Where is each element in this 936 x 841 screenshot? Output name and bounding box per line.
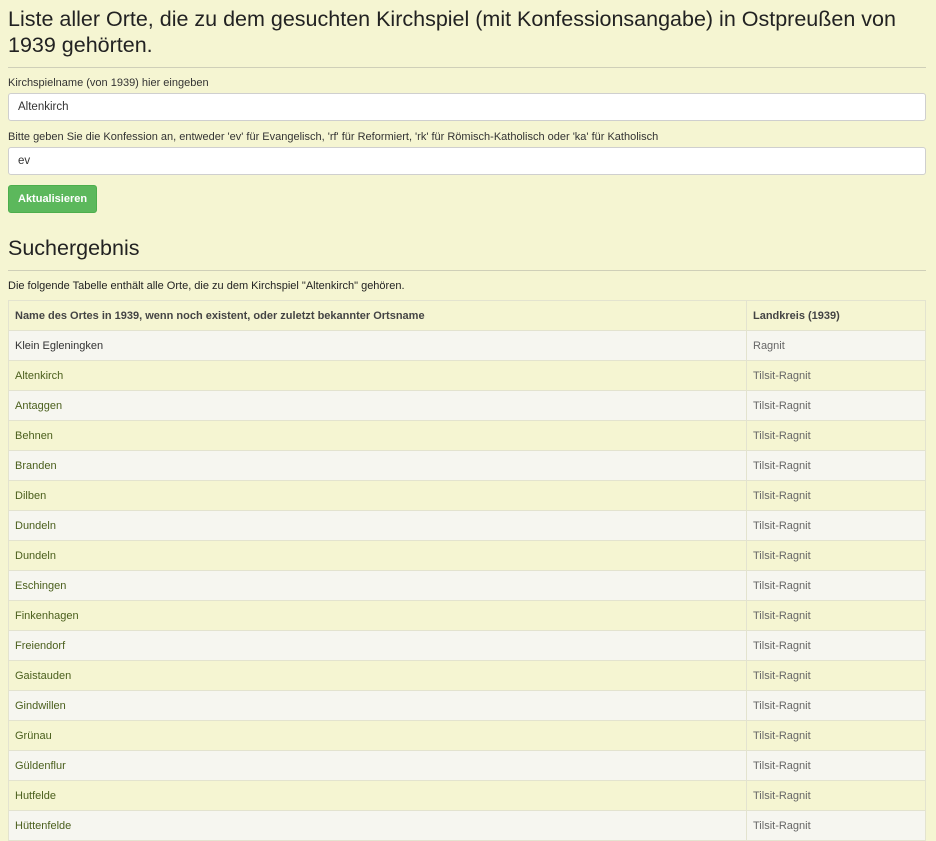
landkreis-cell: Tilsit-Ragnit [746,690,926,721]
place-name-cell[interactable]: Güldenflur [8,750,747,781]
kirchspiel-input[interactable]: Altenkirch [8,93,926,121]
table-row: Finkenhagen Tilsit-Ragnit [8,600,926,631]
column-header-name: Name des Ortes in 1939, wenn noch existe… [8,300,747,331]
place-name-cell[interactable]: Altenkirch [8,360,747,391]
table-row: Klein Egleningken Ragnit [8,330,926,361]
kirchspiel-label: Kirchspielname (von 1939) hier eingeben [8,77,209,89]
landkreis-cell: Ragnit [746,330,926,361]
place-name-cell[interactable]: Antaggen [8,390,747,421]
table-row: Eschingen Tilsit-Ragnit [8,570,926,601]
landkreis-cell: Tilsit-Ragnit [746,600,926,631]
results-divider [8,270,926,271]
landkreis-cell: Tilsit-Ragnit [746,480,926,511]
table-row: Altenkirch Tilsit-Ragnit [8,360,926,391]
place-name-cell[interactable]: Gaistauden [8,660,747,691]
konfession-label: Bitte geben Sie die Konfession an, entwe… [8,131,659,143]
table-header-row: Name des Ortes in 1939, wenn noch existe… [8,300,926,331]
table-row: Antaggen Tilsit-Ragnit [8,390,926,421]
page-container: Liste aller Orte, die zu dem gesuchten K… [0,0,936,841]
place-name-cell[interactable]: Freiendorf [8,630,747,661]
results-intro: Die folgende Tabelle enthält alle Orte, … [8,280,405,292]
landkreis-cell: Tilsit-Ragnit [746,780,926,811]
landkreis-cell: Tilsit-Ragnit [746,420,926,451]
place-name-cell[interactable]: Dundeln [8,510,747,541]
place-name-cell[interactable]: Dundeln [8,540,747,571]
table-row: Gaistauden Tilsit-Ragnit [8,660,926,691]
results-title: Suchergebnis [8,236,140,260]
landkreis-cell: Tilsit-Ragnit [746,390,926,421]
page-title: Liste aller Orte, die zu dem gesuchten K… [8,7,896,57]
landkreis-cell: Tilsit-Ragnit [746,510,926,541]
table-row: Branden Tilsit-Ragnit [8,450,926,481]
landkreis-cell: Tilsit-Ragnit [746,630,926,661]
place-name-cell[interactable]: Finkenhagen [8,600,747,631]
place-name-cell[interactable]: Branden [8,450,747,481]
table-row: Güldenflur Tilsit-Ragnit [8,750,926,781]
konfession-input[interactable]: ev [8,147,926,175]
landkreis-cell: Tilsit-Ragnit [746,540,926,571]
table-row: Dundeln Tilsit-Ragnit [8,540,926,571]
table-row: Dundeln Tilsit-Ragnit [8,510,926,541]
place-name-cell: Klein Egleningken [8,330,747,361]
table-row: Grünau Tilsit-Ragnit [8,720,926,751]
update-button[interactable]: Aktualisieren [8,185,98,213]
landkreis-cell: Tilsit-Ragnit [746,750,926,781]
place-name-cell[interactable]: Hüttenfelde [8,810,747,841]
place-name-cell[interactable]: Behnen [8,420,747,451]
landkreis-cell: Tilsit-Ragnit [746,360,926,391]
place-name-cell[interactable]: Gindwillen [8,690,747,721]
column-header-landkreis: Landkreis (1939) [746,300,926,331]
table-row: Freiendorf Tilsit-Ragnit [8,630,926,661]
search-form: Kirchspielname (von 1939) hier eingeben … [8,77,926,213]
place-name-cell[interactable]: Dilben [8,480,747,511]
results-table-body: Klein Egleningken Ragnit Altenkirch Tilsit-… [8,330,926,841]
place-name-cell[interactable]: Grünau [8,720,747,751]
landkreis-cell: Tilsit-Ragnit [746,810,926,841]
landkreis-cell: Tilsit-Ragnit [746,570,926,601]
title-divider [8,67,926,68]
landkreis-cell: Tilsit-Ragnit [746,450,926,481]
table-row: Hüttenfelde Tilsit-Ragnit [8,810,926,841]
table-row: Gindwillen Tilsit-Ragnit [8,690,926,721]
landkreis-cell: Tilsit-Ragnit [746,720,926,751]
table-row: Dilben Tilsit-Ragnit [8,480,926,511]
table-row: Hutfelde Tilsit-Ragnit [8,780,926,811]
results-table: Name des Ortes in 1939, wenn noch existe… [8,300,926,841]
place-name-cell[interactable]: Hutfelde [8,780,747,811]
place-name-cell[interactable]: Eschingen [8,570,747,601]
table-row: Behnen Tilsit-Ragnit [8,420,926,451]
landkreis-cell: Tilsit-Ragnit [746,660,926,691]
